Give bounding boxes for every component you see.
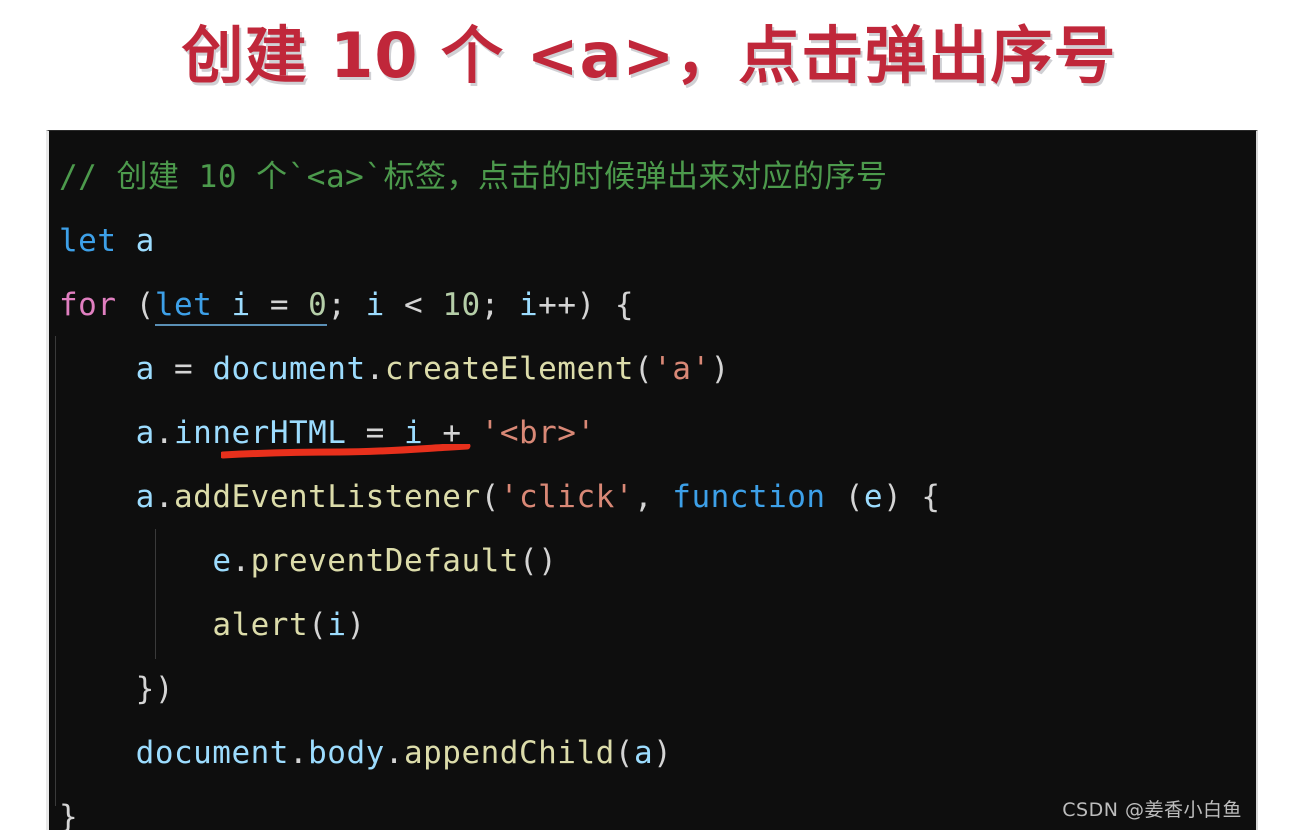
- code-token-num: 0: [308, 287, 328, 326]
- code-token-func: createElement: [384, 351, 634, 387]
- page-title: 创建 10 个 <a>，点击弹出序号: [181, 19, 1117, 92]
- code-token-punct: .: [365, 351, 385, 387]
- code-token-punct: .: [288, 735, 309, 771]
- code-token-punct: ;: [480, 287, 519, 323]
- code-token-punct: (: [825, 479, 864, 515]
- code-token-punct: (: [633, 351, 654, 387]
- code-token-var: i: [231, 287, 251, 326]
- code-token-keyword: function: [672, 479, 826, 515]
- code-token-var: a: [135, 351, 155, 387]
- code-token-func: appendChild: [403, 735, 615, 771]
- code-token-punct: .: [154, 415, 174, 451]
- code-token-punct: [212, 287, 232, 326]
- code-token-func: alert: [212, 607, 309, 643]
- code-token-func: preventDefault: [250, 543, 519, 579]
- code-token-punct: .: [231, 543, 251, 579]
- code-token-punct: =: [154, 351, 213, 387]
- code-token-punct: ++) {: [538, 287, 634, 323]
- code-token-var: i: [519, 287, 539, 323]
- code-token-str: 'a': [653, 351, 711, 387]
- code-line: alert(i): [59, 593, 1256, 657]
- code-line: a = document.createElement('a'): [59, 337, 1256, 401]
- code-token-punct: ) {: [883, 479, 941, 515]
- code-token-var: a: [633, 735, 654, 771]
- code-token-punct: }): [59, 671, 174, 707]
- code-token-punct: ): [346, 607, 366, 643]
- code-token-str: '<br>': [480, 415, 596, 451]
- code-lines: // 创建 10 个`<a>`标签，点击的时候弹出来对应的序号 let a for …: [49, 131, 1256, 830]
- code-token-var: i: [403, 415, 424, 451]
- code-token-var: e: [863, 479, 884, 515]
- code-token-punct: ): [710, 351, 730, 387]
- code-token-punct: [59, 607, 212, 643]
- code-line: e.preventDefault(): [59, 529, 1256, 593]
- code-token-keyword: let: [59, 223, 117, 259]
- code-token-punct: [59, 415, 136, 451]
- code-token-keyword: let: [154, 287, 213, 326]
- code-token-var: document: [135, 735, 289, 771]
- code-token-punct: .: [384, 735, 404, 771]
- code-block: // 创建 10 个`<a>`标签，点击的时候弹出来对应的序号 let a for …: [46, 130, 1258, 830]
- code-token-punct: }: [59, 799, 79, 830]
- code-line: a.addEventListener('click', function (e)…: [59, 465, 1256, 529]
- code-token-var: a: [135, 223, 155, 259]
- watermark: CSDN @姜香小白鱼: [1062, 799, 1242, 821]
- code-token-punct: (: [308, 607, 328, 643]
- code-token-punct: ;: [327, 287, 366, 323]
- code-token-punct: (: [614, 735, 634, 771]
- code-token-punct: [59, 479, 136, 515]
- code-token-punct: (): [518, 543, 558, 579]
- code-token-punct: (: [480, 479, 500, 515]
- code-token-var: i: [365, 287, 385, 323]
- code-token-punct: <: [384, 287, 443, 323]
- code-line: document.body.appendChild(a): [59, 721, 1256, 785]
- code-token-func: addEventListener: [174, 479, 481, 515]
- code-token-punct: ): [653, 735, 673, 771]
- code-token-punct: .: [154, 479, 174, 515]
- code-token-punct: ,: [633, 479, 673, 515]
- code-line: }): [59, 657, 1256, 721]
- code-token-var: document: [212, 351, 366, 387]
- code-token-punct: [117, 223, 136, 259]
- code-token-punct: (: [116, 287, 155, 323]
- code-token-punct: =: [346, 415, 404, 451]
- code-token-punct: =: [250, 287, 309, 326]
- code-token-str: 'click': [499, 479, 634, 515]
- code-token-num: 10: [442, 287, 481, 323]
- code-token-var: e: [212, 543, 232, 579]
- code-token-control: for: [59, 287, 117, 323]
- code-token-var: body: [308, 735, 385, 771]
- code-token-punct: [59, 543, 212, 579]
- code-token-punct: [59, 351, 136, 387]
- code-token-comment: // 创建 10 个`<a>`标签，点击的时候弹出来对应的序号: [59, 159, 888, 195]
- code-token-var: innerHTML: [174, 415, 347, 451]
- code-line: let a: [59, 209, 1256, 273]
- code-line: // 创建 10 个`<a>`标签，点击的时候弹出来对应的序号: [59, 145, 1256, 209]
- code-line: a.innerHTML = i + '<br>': [59, 401, 1256, 465]
- code-line: for (let i = 0; i < 10; i++) {: [59, 273, 1256, 337]
- code-token-var: a: [135, 415, 155, 451]
- title-bar: 创建 10 个 <a>，点击弹出序号: [0, 0, 1298, 112]
- code-token-punct: +: [423, 415, 481, 451]
- code-token-punct: [59, 735, 136, 771]
- code-token-var: i: [327, 607, 347, 643]
- code-token-var: a: [135, 479, 155, 515]
